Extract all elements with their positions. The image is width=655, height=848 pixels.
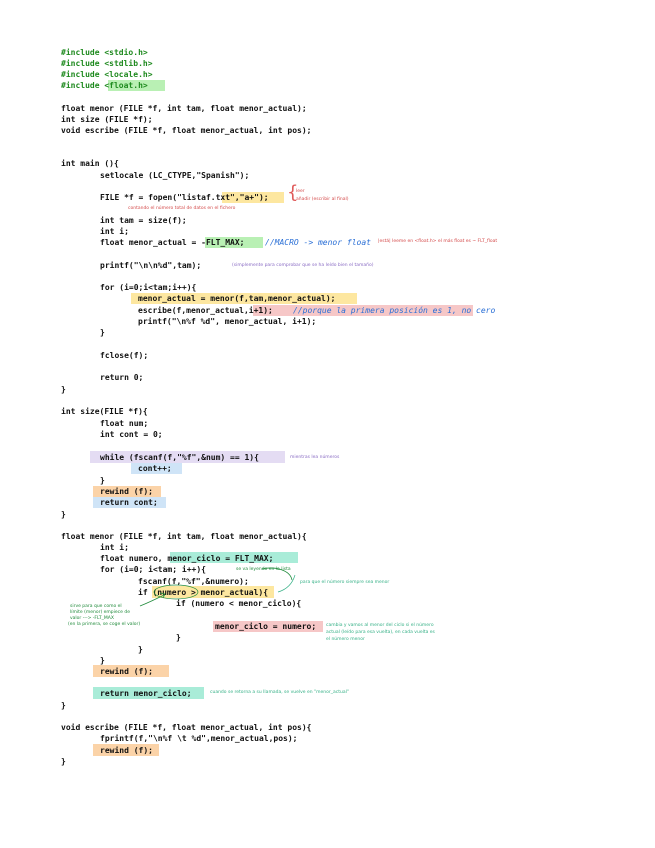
code-page: #include <stdio.h> #include <stdlib.h> #… [0,0,655,848]
annotation-marks [139,567,296,607]
